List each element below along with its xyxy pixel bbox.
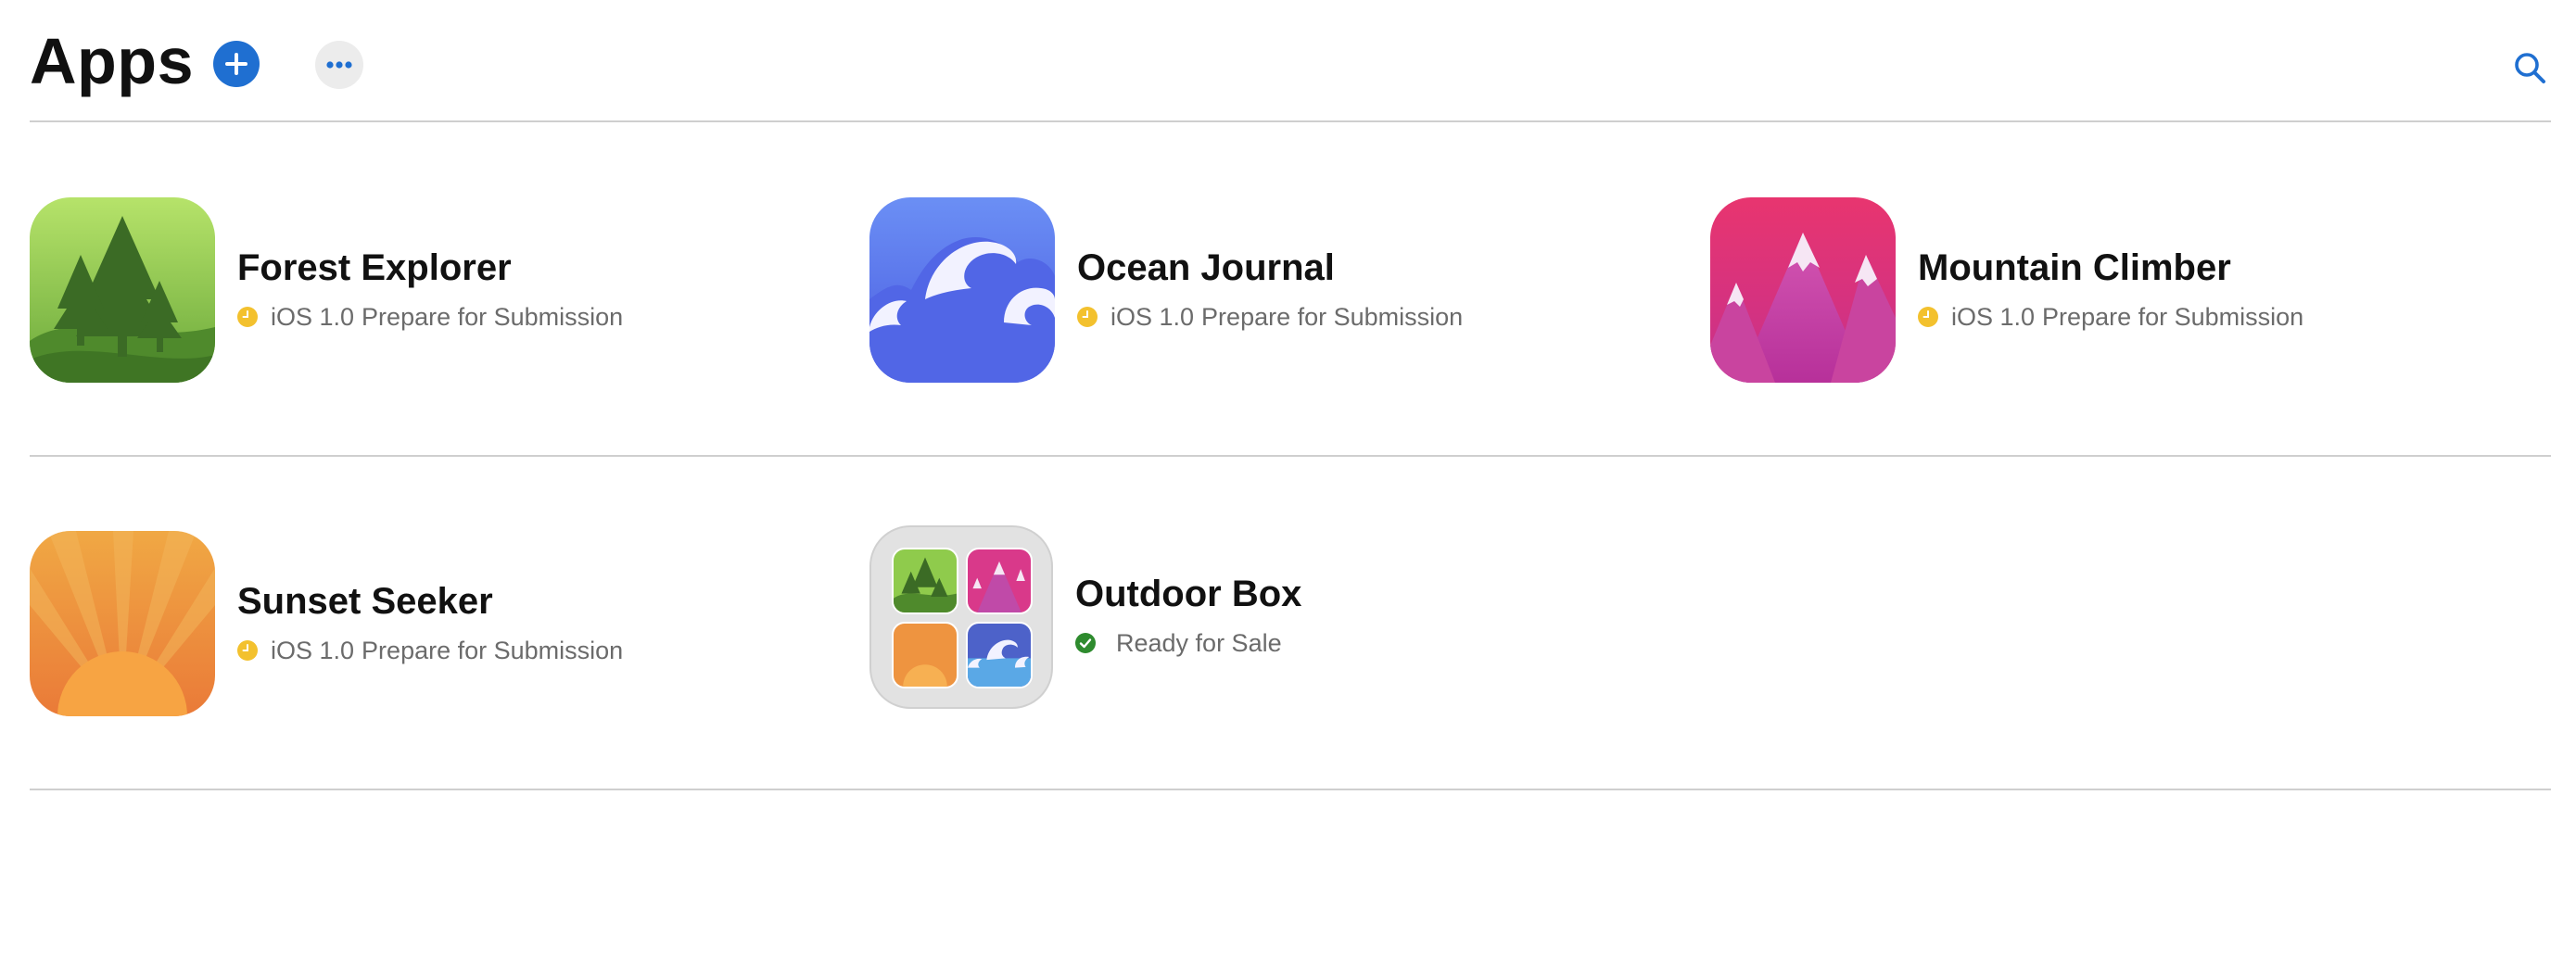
app-name: Sunset Seeker	[237, 581, 493, 622]
mini-sunset-icon	[892, 622, 958, 688]
page-header: Apps	[30, 24, 2551, 120]
app-status: iOS 1.0 Prepare for Submission	[1077, 301, 1463, 333]
row-divider	[30, 455, 2551, 457]
ellipsis-icon	[326, 61, 352, 69]
app-status: iOS 1.0 Prepare for Submission	[237, 301, 623, 333]
sunset-icon	[30, 531, 215, 716]
more-options-button[interactable]	[315, 41, 363, 89]
app-card-mountain-climber[interactable]: Mountain Climber iOS 1.0 Prepare for Subm…	[1710, 197, 2526, 386]
mini-forest-icon	[892, 548, 958, 614]
app-status-label: Prepare for Submission	[2042, 303, 2304, 331]
page-title: Apps	[30, 25, 194, 97]
clock-icon	[1077, 307, 1098, 327]
app-status-label: Prepare for Submission	[362, 303, 624, 331]
app-status-label: Ready for Sale	[1116, 629, 1282, 657]
app-status: iOS 1.0 Prepare for Submission	[237, 635, 623, 666]
app-status: iOS 1.0 Prepare for Submission	[1918, 301, 2303, 333]
clock-icon	[237, 307, 258, 327]
app-name: Mountain Climber	[1918, 247, 2231, 288]
plus-icon	[225, 53, 247, 75]
app-status-label: Prepare for Submission	[1201, 303, 1464, 331]
app-card-forest-explorer[interactable]: Forest Explorer iOS 1.0 Prepare for Submi…	[30, 197, 845, 386]
app-status: Ready for Sale	[1075, 627, 1282, 659]
app-status-label: Prepare for Submission	[362, 637, 624, 664]
app-card-outdoor-box[interactable]: Outdoor Box Ready for Sale	[869, 525, 1685, 720]
search-button[interactable]	[2510, 48, 2551, 89]
app-version: iOS 1.0	[271, 637, 355, 664]
app-name: Ocean Journal	[1077, 247, 1335, 288]
clock-icon	[1918, 307, 1938, 327]
app-name: Outdoor Box	[1075, 574, 1302, 614]
mountain-icon	[1710, 197, 1896, 383]
app-version: iOS 1.0	[1951, 303, 2036, 331]
app-card-sunset-seeker[interactable]: Sunset Seeker iOS 1.0 Prepare for Submiss…	[30, 531, 845, 720]
search-icon	[2515, 53, 2545, 83]
clock-icon	[237, 640, 258, 661]
bundle-icon	[869, 525, 1053, 709]
mini-mountain-icon	[966, 548, 1033, 614]
app-name: Forest Explorer	[237, 247, 512, 288]
ocean-icon	[869, 197, 1055, 383]
checkmark-icon	[1075, 633, 1096, 653]
mini-ocean-icon	[966, 622, 1033, 688]
app-version: iOS 1.0	[1110, 303, 1195, 331]
header-divider	[30, 120, 2551, 122]
row-divider	[30, 789, 2551, 790]
forest-icon	[30, 197, 215, 383]
app-card-ocean-journal[interactable]: Ocean Journal iOS 1.0 Prepare for Submiss…	[869, 197, 1685, 386]
app-version: iOS 1.0	[271, 303, 355, 331]
add-app-button[interactable]	[213, 41, 260, 87]
